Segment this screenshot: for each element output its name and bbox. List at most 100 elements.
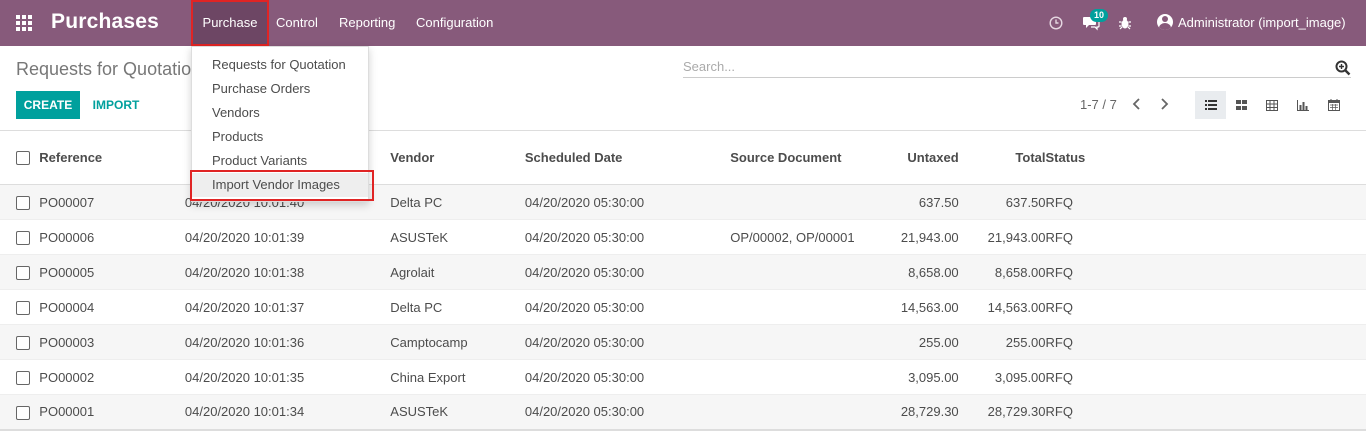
table-row[interactable]: PO00004 04/20/2020 10:01:37 Delta PC 04/20/…: [0, 290, 1366, 325]
cell-total: 255.00: [1005, 334, 1046, 350]
cell-untaxed: 21,943.00: [900, 229, 959, 245]
cell-reference: PO00005: [39, 264, 95, 280]
table-row[interactable]: PO00005 04/20/2020 10:01:38 Agrolait 04/20/…: [0, 254, 1366, 290]
row-checkbox[interactable]: [16, 230, 30, 245]
cell-vendor: Delta PC: [390, 299, 443, 315]
menu-item-requests-for-quotation[interactable]: Requests for Quotation: [192, 53, 368, 77]
checkbox-cell: [0, 255, 39, 290]
table-row[interactable]: PO00006 04/20/2020 10:01:39 ASUSTeK 04/20/2…: [0, 220, 1366, 255]
row-checkbox[interactable]: [16, 370, 30, 385]
table-row[interactable]: PO00001 04/20/2020 10:01:34 ASUSTeK 04/20/2…: [0, 394, 1366, 430]
cell-reference: PO00002: [39, 369, 95, 385]
cell-vendor: Camptocamp: [390, 334, 468, 350]
menu-item-import-vendor-images[interactable]: Import Vendor Images: [192, 173, 368, 197]
top-navbar: Purchases Purchase Control Reporting Con…: [0, 0, 1366, 46]
cell-scheduled-date: 04/20/2020 05:30:00: [524, 404, 645, 420]
checkbox-cell: [0, 395, 39, 430]
column-total[interactable]: Total: [987, 130, 1046, 185]
calendar-view-icon[interactable]: [1318, 91, 1349, 119]
cell-status: RFQ: [1045, 194, 1073, 210]
cell-order-date: 04/20/2020 10:01:38: [184, 264, 305, 280]
page-title: Requests for Quotation: [16, 59, 202, 79]
cell-scheduled-date: 04/20/2020 05:30:00: [524, 369, 645, 385]
cell-untaxed: 8,658.00: [908, 264, 959, 280]
cell-vendor: ASUSTeK: [390, 229, 449, 245]
cell-order-date: 04/20/2020 10:01:34: [184, 404, 305, 420]
menu-item-purchase-orders[interactable]: Purchase Orders: [192, 77, 368, 101]
cell-reference: PO00001: [39, 404, 95, 420]
cell-order-date: 04/20/2020 10:01:39: [184, 229, 305, 245]
checkbox-cell: [0, 360, 39, 395]
search-bar: [683, 57, 1351, 78]
cell-status: RFQ: [1045, 334, 1073, 350]
cell-status: RFQ: [1045, 369, 1073, 385]
user-menu[interactable]: Administrator (import_image): [1157, 14, 1346, 30]
clock-icon[interactable]: [1046, 13, 1066, 33]
create-button[interactable]: CREATE: [16, 91, 80, 119]
column-vendor[interactable]: Vendor: [390, 130, 525, 185]
apps-menu-icon[interactable]: [16, 15, 32, 31]
cell-untaxed: 3,095.00: [908, 369, 959, 385]
search-input[interactable]: [683, 57, 1323, 74]
row-checkbox[interactable]: [16, 405, 30, 420]
cell-vendor: ASUSTeK: [390, 404, 449, 420]
cell-total: 28,729.30: [987, 404, 1046, 420]
notification-badge: 10: [1090, 9, 1109, 22]
cell-untaxed: 637.50: [918, 194, 959, 210]
column-reference[interactable]: Reference: [39, 130, 185, 185]
menu-item-products[interactable]: Products: [192, 125, 368, 149]
pager-previous-icon[interactable]: [1129, 96, 1145, 112]
menu-configuration[interactable]: Configuration: [416, 0, 493, 46]
menu-item-vendors[interactable]: Vendors: [192, 101, 368, 125]
table-row[interactable]: PO00003 04/20/2020 10:01:36 Camptocamp 04/2…: [0, 324, 1366, 360]
graph-view-icon[interactable]: [1287, 91, 1318, 119]
row-checkbox[interactable]: [16, 335, 30, 350]
column-scheduled-date[interactable]: Scheduled Date: [524, 130, 731, 185]
menu-reporting[interactable]: Reporting: [339, 0, 395, 46]
table-row[interactable]: PO00002 04/20/2020 10:01:35 China Export 04…: [0, 360, 1366, 395]
pager-value[interactable]: 1-7 / 7: [1080, 97, 1117, 112]
import-button[interactable]: IMPORT: [84, 91, 148, 119]
row-checkbox[interactable]: [16, 195, 30, 210]
cell-reference: PO00003: [39, 334, 95, 350]
cell-vendor: China Export: [390, 369, 466, 385]
debug-bug-icon[interactable]: [1115, 13, 1135, 33]
cell-order-date: 04/20/2020 10:01:36: [184, 334, 305, 350]
cell-status: RFQ: [1045, 404, 1073, 420]
purchase-dropdown-menu: Requests for Quotation Purchase Orders V…: [191, 46, 369, 202]
cell-scheduled-date: 04/20/2020 05:30:00: [524, 194, 645, 210]
cell-reference: PO00007: [39, 194, 95, 210]
search-options-icon[interactable]: [1335, 60, 1351, 76]
row-checkbox[interactable]: [16, 300, 30, 315]
pager-next-icon[interactable]: [1156, 96, 1172, 112]
menu-control[interactable]: Control: [276, 0, 318, 46]
cell-source-document: [730, 325, 880, 360]
cell-untaxed: 255.00: [918, 334, 959, 350]
row-checkbox[interactable]: [16, 265, 30, 280]
menu-item-product-variants[interactable]: Product Variants: [192, 149, 368, 173]
cell-total: 21,943.00: [987, 229, 1046, 245]
cell-source-document: [730, 255, 880, 290]
menu-purchase[interactable]: Purchase: [192, 0, 268, 46]
cell-source-document: [730, 185, 880, 220]
cell-source-document: [730, 360, 880, 395]
list-view-icon[interactable]: [1195, 91, 1226, 119]
column-untaxed[interactable]: Untaxed: [880, 130, 988, 185]
cell-status: RFQ: [1045, 264, 1073, 280]
cell-scheduled-date: 04/20/2020 05:30:00: [524, 334, 645, 350]
cell-status: RFQ: [1045, 229, 1073, 245]
pivot-view-icon[interactable]: [1256, 91, 1287, 119]
cell-total: 8,658.00: [994, 264, 1046, 280]
cell-source-document: OP/00002, OP/00001: [730, 229, 855, 245]
cell-scheduled-date: 04/20/2020 05:30:00: [524, 264, 645, 280]
kanban-view-icon[interactable]: [1226, 91, 1257, 119]
column-status[interactable]: Status: [1045, 130, 1366, 185]
cell-order-date: 04/20/2020 10:01:35: [184, 369, 305, 385]
cell-total: 3,095.00: [994, 369, 1046, 385]
checkbox-cell: [0, 185, 39, 220]
cell-scheduled-date: 04/20/2020 05:30:00: [524, 299, 645, 315]
cell-order-date: 04/20/2020 10:01:37: [184, 299, 305, 315]
select-all-checkbox[interactable]: [16, 151, 30, 166]
cell-reference: PO00006: [39, 229, 95, 245]
column-source-document[interactable]: Source Document: [730, 130, 881, 185]
